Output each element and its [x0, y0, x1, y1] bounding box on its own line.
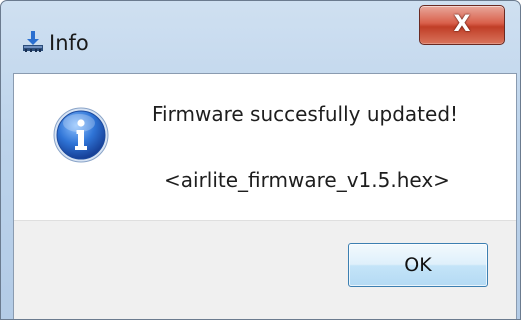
message-panel: Firmware succesfully updated! <airlite_f…	[14, 74, 516, 220]
installer-arrow-icon	[23, 31, 43, 52]
button-panel: OK	[14, 220, 516, 319]
window-title: Info	[49, 31, 89, 55]
message-text: Firmware succesfully updated!	[152, 102, 459, 126]
filename-text: <airlite_firmware_v1.5.hex>	[164, 168, 450, 192]
ok-button[interactable]: OK	[348, 243, 488, 287]
close-button[interactable]: X	[419, 5, 505, 45]
close-icon: X	[453, 12, 471, 37]
ok-button-label: OK	[404, 254, 432, 276]
info-icon	[53, 107, 109, 163]
dialog-client-area: Firmware succesfully updated! <airlite_f…	[13, 73, 517, 319]
dialog-window: Info X Firmware succesfully updated! <ai…	[0, 0, 521, 320]
